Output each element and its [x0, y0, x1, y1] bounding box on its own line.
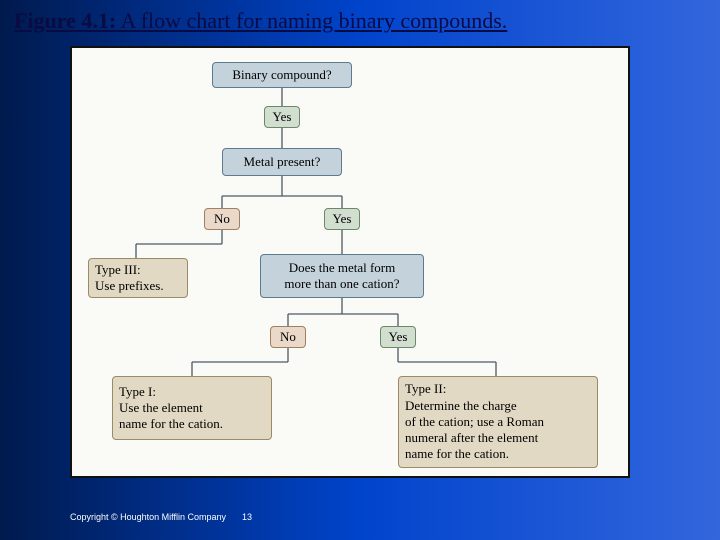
node-yes-3: Yes — [380, 326, 416, 348]
node-yes-1: Yes — [264, 106, 300, 128]
figure-title: Figure 4.1: A flow chart for naming bina… — [14, 8, 706, 34]
figure-label: Figure 4.1: — [14, 8, 116, 33]
node-binary-compound: Binary compound? — [212, 62, 352, 88]
copyright-text: Copyright © Houghton Mifflin Company — [70, 512, 226, 522]
node-type2: Type II: Determine the charge of the cat… — [398, 376, 598, 468]
node-yes-2: Yes — [324, 208, 360, 230]
figure-caption: A flow chart for naming binary compounds… — [116, 8, 507, 33]
flowchart-frame: Binary compound? Yes Metal present? No Y… — [70, 46, 630, 478]
node-no-1: No — [204, 208, 240, 230]
page-number: 13 — [242, 512, 252, 522]
node-metal-present: Metal present? — [222, 148, 342, 176]
node-no-2: No — [270, 326, 306, 348]
node-type3: Type III: Use prefixes. — [88, 258, 188, 298]
node-more-than-one-cation: Does the metal form more than one cation… — [260, 254, 424, 298]
node-type1: Type I: Use the element name for the cat… — [112, 376, 272, 440]
